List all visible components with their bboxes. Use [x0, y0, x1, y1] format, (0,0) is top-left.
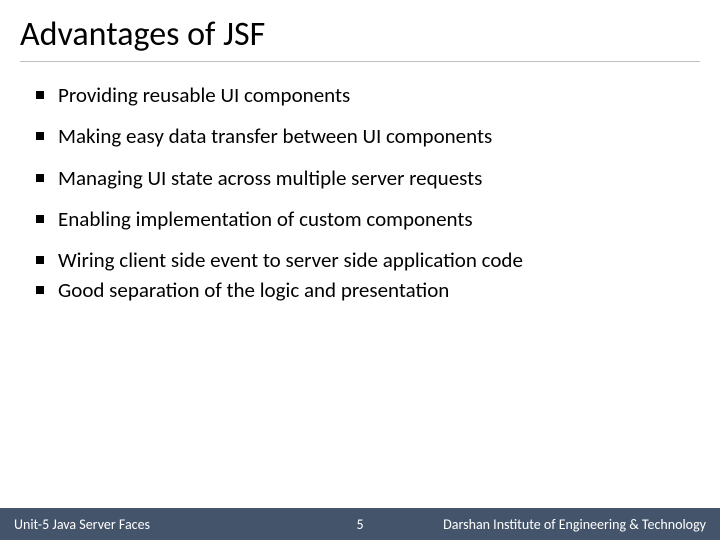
bullet-icon	[36, 174, 44, 182]
page-number: 5	[356, 516, 363, 533]
list-item: Wiring client side event to server side …	[36, 247, 684, 273]
list-item: Providing reusable UI components	[36, 82, 684, 108]
list-item: Good separation of the logic and present…	[36, 277, 684, 303]
bullet-list: Providing reusable UI components Making …	[36, 82, 684, 304]
bullet-icon	[36, 256, 44, 264]
bullet-text: Wiring client side event to server side …	[58, 247, 523, 273]
bullet-text: Enabling implementation of custom compon…	[58, 206, 473, 232]
bullet-text: Making easy data transfer between UI com…	[58, 123, 492, 149]
bullet-text: Good separation of the logic and present…	[58, 277, 449, 303]
title-area: Advantages of JSF	[0, 0, 720, 70]
bullet-text: Managing UI state across multiple server…	[58, 165, 482, 191]
slide-title: Advantages of JSF	[20, 14, 700, 62]
bullet-icon	[36, 132, 44, 140]
bullet-icon	[36, 286, 44, 294]
footer-left-text: Unit-5 Java Server Faces	[0, 516, 150, 533]
footer-right-text: Darshan Institute of Engineering & Techn…	[443, 516, 720, 533]
list-item: Making easy data transfer between UI com…	[36, 123, 684, 149]
list-item: Managing UI state across multiple server…	[36, 165, 684, 191]
bullet-icon	[36, 215, 44, 223]
bullet-text: Providing reusable UI components	[58, 82, 350, 108]
footer-bar: Unit-5 Java Server Faces 5 Darshan Insti…	[0, 508, 720, 540]
slide: Advantages of JSF Providing reusable UI …	[0, 0, 720, 540]
bullet-icon	[36, 91, 44, 99]
list-item: Enabling implementation of custom compon…	[36, 206, 684, 232]
content-area: Providing reusable UI components Making …	[0, 70, 720, 540]
